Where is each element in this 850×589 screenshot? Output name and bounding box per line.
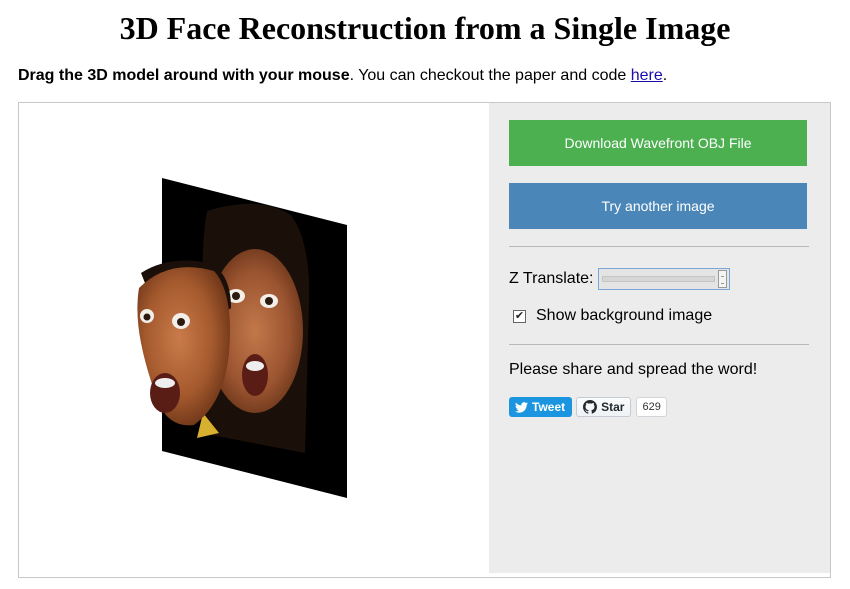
divider (509, 344, 809, 345)
slider-track (602, 276, 716, 282)
share-text: Please share and spread the word! (509, 361, 758, 378)
z-translate-slider[interactable] (598, 268, 731, 290)
try-another-image-button[interactable]: Try another image (509, 183, 807, 229)
z-translate-row: Z Translate: (509, 265, 731, 293)
intro-end: . (662, 67, 668, 84)
page-title: 3D Face Reconstruction from a Single Ima… (119, 10, 731, 46)
paper-code-link[interactable]: here (631, 67, 663, 84)
3d-face-model[interactable] (19, 103, 489, 577)
twitter-bird-icon (515, 401, 528, 413)
intro-body: . You can checkout the paper and code (349, 67, 631, 84)
slider-thumb[interactable] (718, 270, 728, 288)
show-background-label: Show background image (536, 307, 713, 324)
download-obj-button[interactable]: Download Wavefront OBJ File (509, 120, 807, 166)
divider (509, 246, 809, 247)
social-buttons: Tweet Star 629 (509, 397, 667, 417)
show-background-row[interactable]: ✔ Show background image (513, 307, 712, 325)
tweet-label: Tweet (532, 400, 566, 414)
intro-instruction: Drag the 3D model around with your mouse (18, 67, 350, 84)
intro-text: Drag the 3D model around with your mouse… (18, 65, 667, 87)
show-background-checkbox[interactable]: ✔ (513, 309, 526, 323)
star-label: Star (601, 400, 625, 414)
z-translate-label: Z Translate: (509, 270, 594, 287)
star-count-badge[interactable]: 629 (636, 397, 667, 417)
github-star-button[interactable]: Star (576, 397, 632, 417)
control-panel: Download Wavefront OBJ File Try another … (489, 103, 830, 573)
app-frame: Download Wavefront OBJ File Try another … (18, 102, 831, 578)
github-icon (583, 400, 598, 414)
tweet-button[interactable]: Tweet (509, 397, 573, 417)
3d-viewer-canvas[interactable] (19, 103, 489, 577)
